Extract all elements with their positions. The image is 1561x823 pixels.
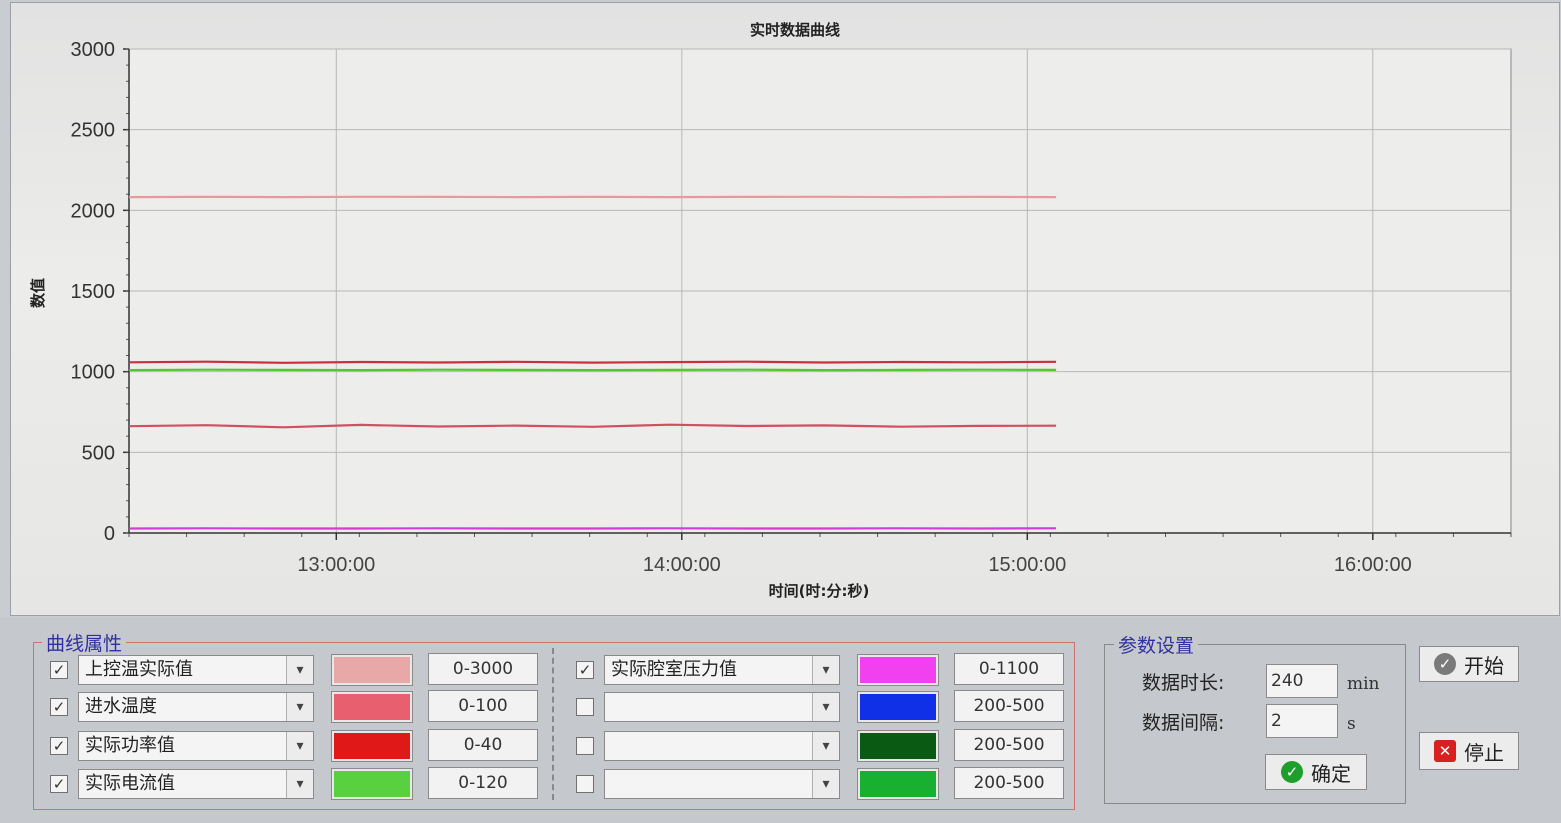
left-row-curve-select-value: 上控温实际值 — [85, 659, 193, 680]
chevron-down-icon[interactable]: ▾ — [286, 693, 313, 721]
left-row-range-field[interactable]: 0-40 — [428, 729, 538, 761]
x-tick-label: 15:00:00 — [988, 554, 1066, 576]
left-row-curve-select-value: 进水温度 — [85, 696, 157, 717]
right-row-range-field[interactable]: 200-500 — [954, 729, 1064, 761]
chevron-down-icon[interactable]: ▾ — [812, 770, 839, 798]
right-row-range-field[interactable]: 200-500 — [954, 690, 1064, 722]
right-row-color-swatch[interactable] — [857, 768, 939, 800]
left-row-checkbox[interactable]: ✓ — [50, 698, 68, 716]
right-row-range-field[interactable]: 200-500 — [954, 767, 1064, 799]
x-tick-label: 14:00:00 — [643, 554, 721, 576]
stop-button[interactable]: ✕ 停止 — [1419, 732, 1519, 770]
right-row-curve-select[interactable]: ▾ — [604, 731, 840, 761]
right-row-curve-select-value: 实际腔室压力值 — [611, 659, 737, 680]
interval-input[interactable]: 2 — [1266, 704, 1338, 738]
right-row-curve-select[interactable]: ▾ — [604, 692, 840, 722]
check-circle-icon: ✓ — [1434, 653, 1456, 675]
chevron-down-icon[interactable]: ▾ — [286, 732, 313, 760]
right-row-curve-select[interactable]: 实际腔室压力值 ▾ — [604, 655, 840, 685]
x-tick-label: 16:00:00 — [1334, 554, 1412, 576]
duration-input[interactable]: 240 — [1266, 664, 1338, 698]
duration-label: 数据时长: — [1142, 672, 1225, 694]
y-tick-label: 1500 — [71, 281, 116, 303]
series-line-1 — [128, 360, 1057, 364]
y-tick-label: 2000 — [71, 200, 116, 222]
duration-unit: min — [1347, 674, 1380, 694]
confirm-button-label: 确定 — [1311, 761, 1351, 786]
left-row-curve-select[interactable]: 实际电流值 ▾ — [78, 769, 314, 799]
chevron-down-icon[interactable]: ▾ — [286, 656, 313, 684]
interval-label: 数据间隔: — [1142, 712, 1225, 734]
y-tick-label: 0 — [104, 523, 115, 545]
interval-unit: s — [1347, 714, 1356, 734]
chart-title: 实时数据曲线 — [750, 21, 840, 39]
right-row-curve-select[interactable]: ▾ — [604, 769, 840, 799]
chevron-down-icon[interactable]: ▾ — [812, 732, 839, 760]
left-row-curve-select-value: 实际功率值 — [85, 735, 175, 756]
chevron-down-icon[interactable]: ▾ — [812, 693, 839, 721]
right-row-checkbox[interactable] — [576, 698, 594, 716]
stop-button-label: 停止 — [1464, 740, 1504, 765]
left-row-curve-select-value: 实际电流值 — [85, 773, 175, 794]
right-row-checkbox[interactable] — [576, 737, 594, 755]
left-row-checkbox[interactable]: ✓ — [50, 737, 68, 755]
x-axis-label: 时间(时:分:秒) — [769, 582, 870, 600]
stop-x-icon: ✕ — [1434, 740, 1456, 762]
right-row-color-swatch[interactable] — [857, 730, 939, 762]
right-row-color-swatch[interactable] — [857, 691, 939, 723]
start-button-label: 开始 — [1464, 653, 1504, 678]
left-row-color-swatch[interactable] — [331, 654, 413, 686]
left-row-color-swatch[interactable] — [331, 730, 413, 762]
right-row-color-swatch[interactable] — [857, 654, 939, 686]
curve-props-title: 曲线属性 — [42, 629, 127, 656]
left-row-curve-select[interactable]: 进水温度 ▾ — [78, 692, 314, 722]
y-tick-label: 2500 — [71, 120, 116, 142]
right-row-checkbox[interactable]: ✓ — [576, 661, 594, 679]
y-tick-label: 1000 — [71, 362, 116, 384]
left-row-range-field[interactable]: 0-3000 — [428, 653, 538, 685]
y-axis-label: 数值 — [29, 278, 47, 308]
chart-panel: 0 500 1000 1500 2000 2500 3000 13:00:00 14:00:00… — [10, 2, 1560, 616]
left-row-checkbox[interactable]: ✓ — [50, 775, 68, 793]
realtime-chart: 0 500 1000 1500 2000 2500 3000 13:00:00 14:00:00… — [29, 21, 1512, 600]
chevron-down-icon[interactable]: ▾ — [286, 770, 313, 798]
y-tick-label: 500 — [82, 442, 115, 464]
left-row-range-field[interactable]: 0-120 — [428, 767, 538, 799]
start-button[interactable]: ✓ 开始 — [1419, 646, 1519, 682]
left-row-curve-select[interactable]: 实际功率值 ▾ — [78, 731, 314, 761]
bottom-panel: 曲线属性 ✓ 上控温实际值 ▾ 0-3000 ✓ 进水温度 ▾ 0-100 ✓ 实际功率值 ▾ 0-4… — [0, 618, 1561, 823]
x-tick-label: 13:00:00 — [297, 554, 375, 576]
chevron-down-icon[interactable]: ▾ — [812, 656, 839, 684]
left-row-color-swatch[interactable] — [331, 768, 413, 800]
y-tick-label: 3000 — [71, 39, 116, 61]
column-separator — [552, 648, 554, 800]
left-row-checkbox[interactable]: ✓ — [50, 661, 68, 679]
left-row-curve-select[interactable]: 上控温实际值 ▾ — [78, 655, 314, 685]
params-title: 参数设置 — [1114, 631, 1199, 658]
check-icon: ✓ — [1281, 761, 1303, 783]
confirm-button[interactable]: ✓ 确定 — [1265, 754, 1367, 790]
right-row-range-field[interactable]: 0-1100 — [954, 653, 1064, 685]
left-row-color-swatch[interactable] — [331, 691, 413, 723]
left-row-range-field[interactable]: 0-100 — [428, 690, 538, 722]
right-row-checkbox[interactable] — [576, 775, 594, 793]
